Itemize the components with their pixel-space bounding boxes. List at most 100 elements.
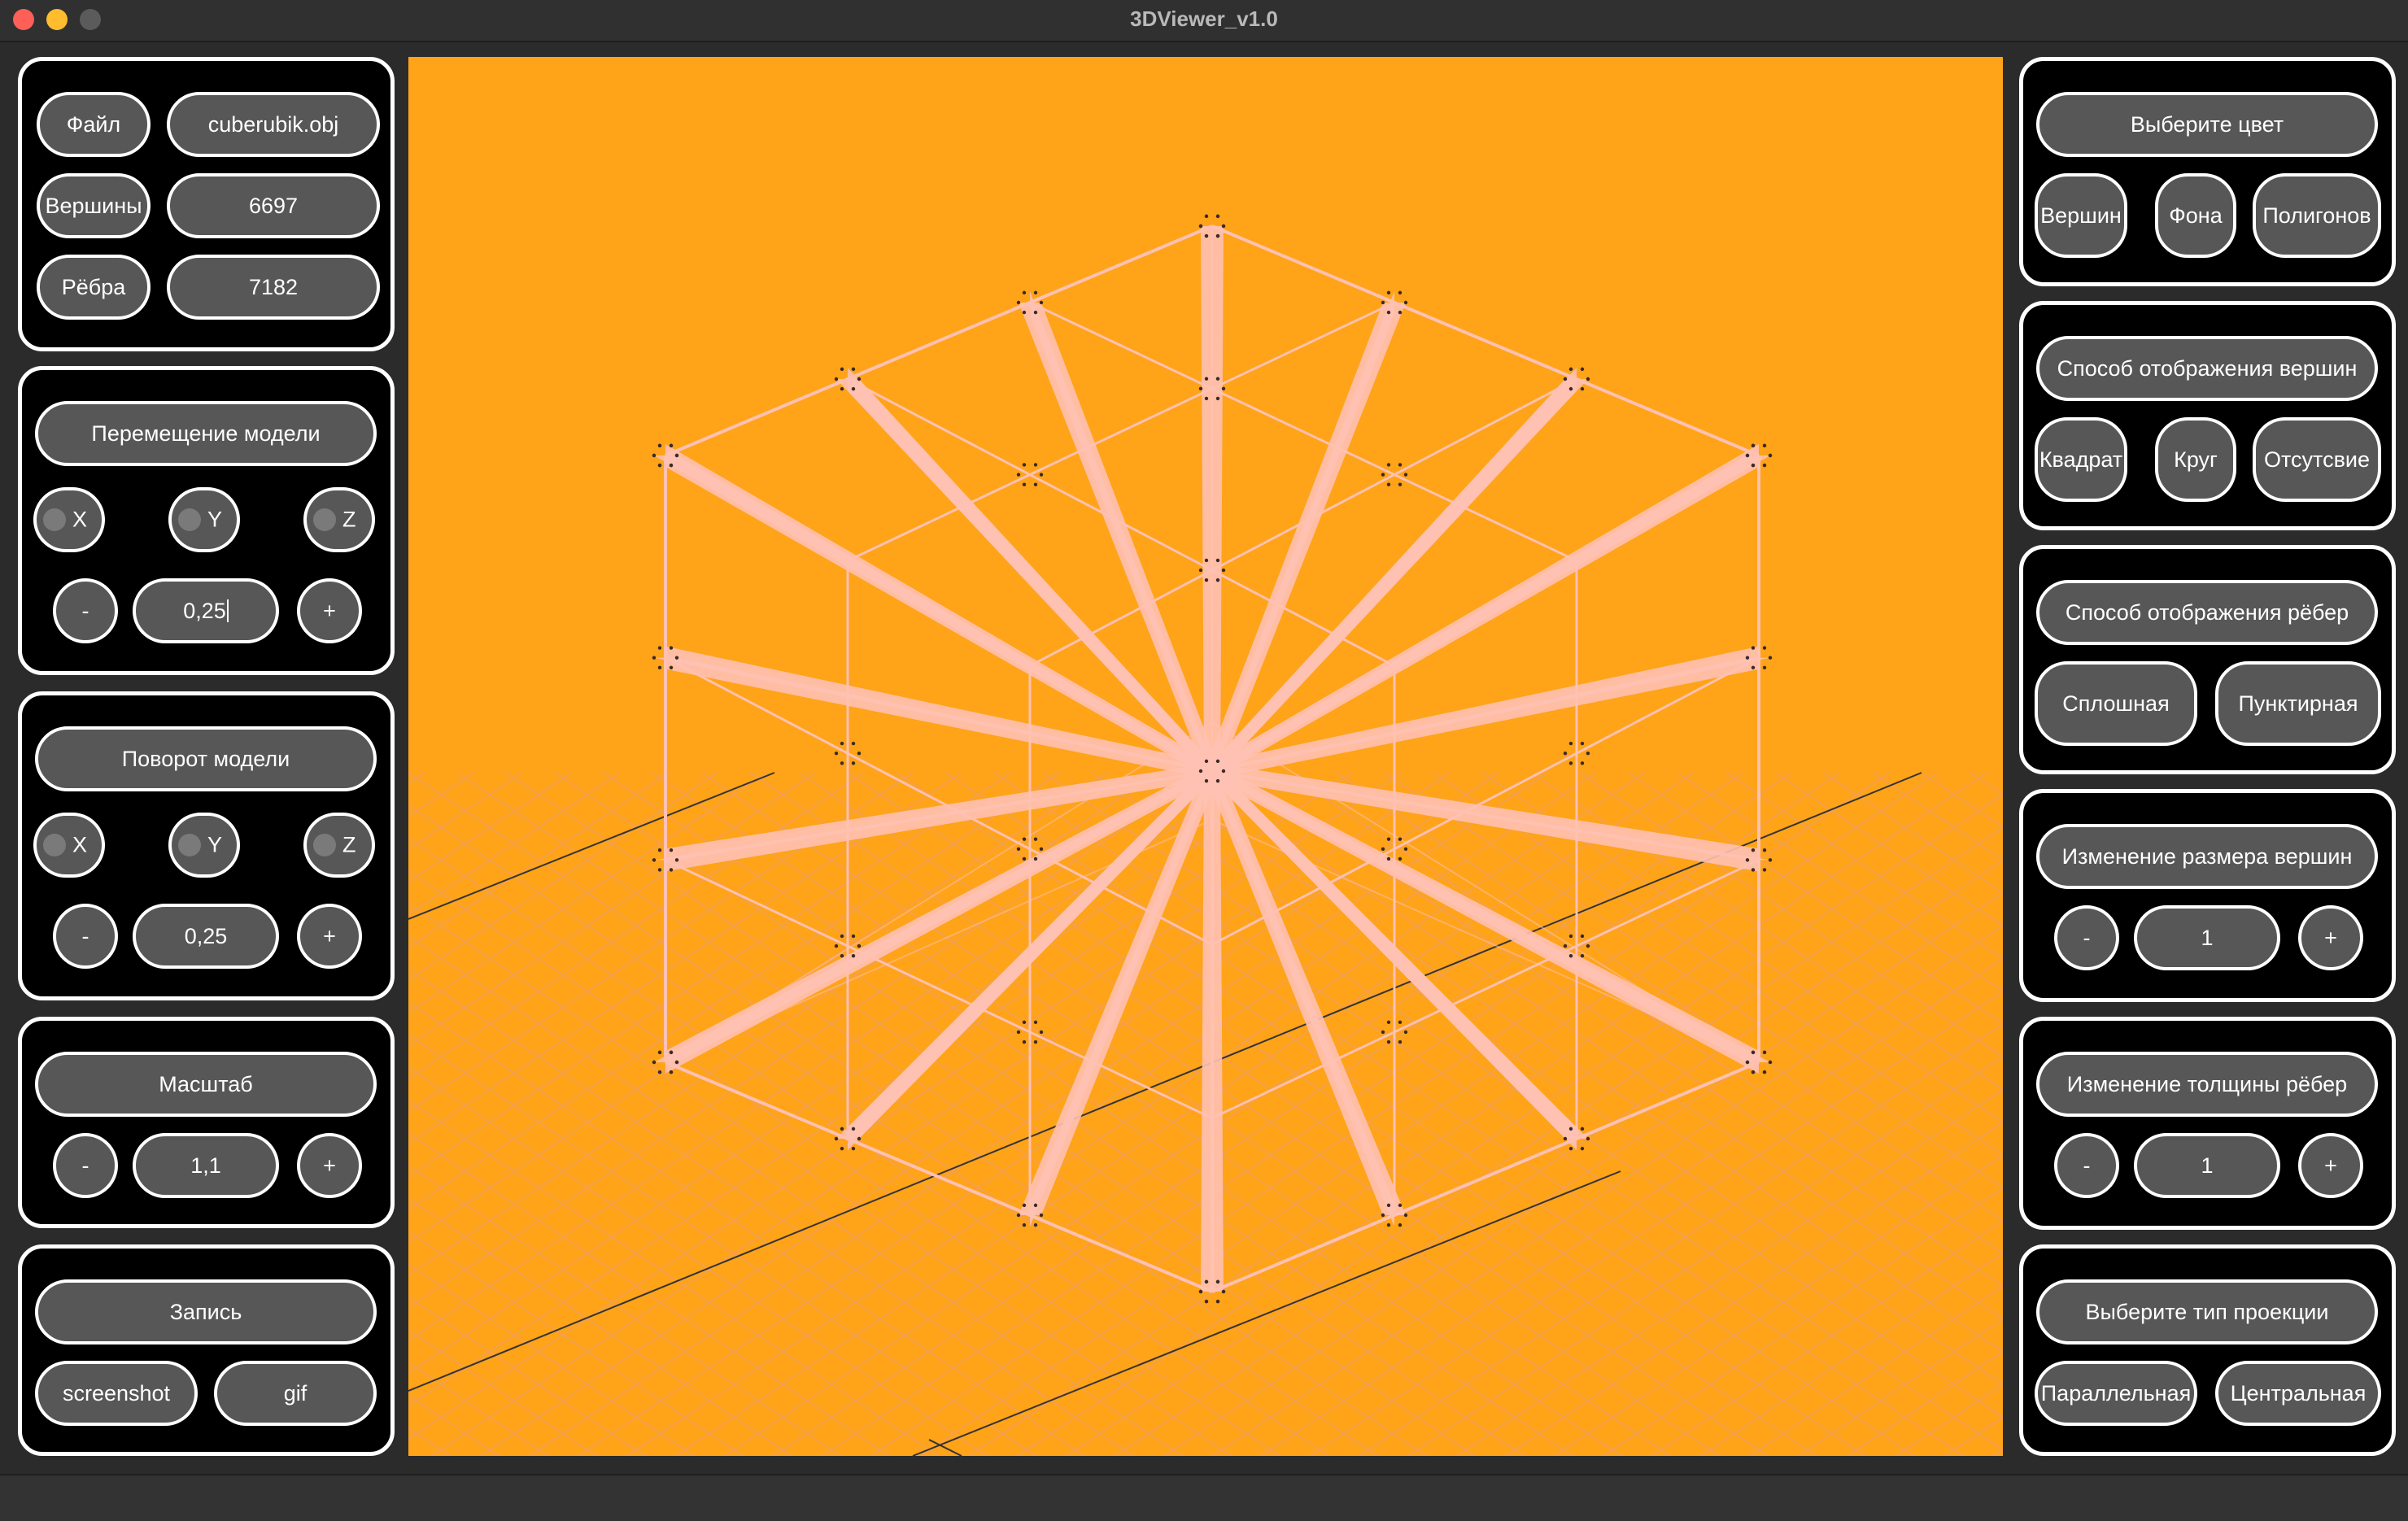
file-button[interactable]: Файл (37, 92, 150, 157)
edges-count: 7182 (167, 255, 380, 320)
vertex-size-plus-button[interactable]: + (2298, 905, 2363, 970)
scale-title-button[interactable]: Масштаб (35, 1052, 377, 1117)
edge-dashed-button[interactable]: Пунктирная (2215, 661, 2381, 746)
gif-button[interactable]: gif (214, 1361, 377, 1426)
edge-width-title-button[interactable]: Изменение толщины рёбер (2036, 1052, 2378, 1117)
vertex-size-minus-button[interactable]: - (2054, 905, 2119, 970)
vertex-dot (1568, 367, 1573, 372)
scale-panel: Масштаб - 1,1 + (18, 1017, 395, 1228)
projection-title-button[interactable]: Выберите тип проекции (2036, 1279, 2378, 1344)
edge-width-input[interactable]: 1 (2134, 1133, 2280, 1198)
vertex-display-title-button[interactable]: Способ отображения вершин (2036, 336, 2378, 401)
vertex-dot (657, 665, 662, 669)
vertex-dot (1568, 741, 1573, 746)
vertex-dot (1204, 214, 1209, 219)
vertex-dot (1762, 868, 1767, 872)
edge-solid-button[interactable]: Сплошная (2035, 661, 2197, 746)
vertex-dot (1568, 1127, 1573, 1131)
window-title: 3DViewer_v1.0 (1130, 7, 1278, 31)
move-minus-button[interactable]: - (53, 578, 118, 643)
vertex-dot (1398, 837, 1402, 841)
scale-step-input[interactable]: 1,1 (133, 1133, 279, 1198)
record-title-button[interactable]: Запись (35, 1279, 377, 1344)
vertex-dot (1198, 224, 1203, 229)
polygon-color-button[interactable]: Полигонов (2253, 173, 2381, 258)
vertex-dot (1033, 1020, 1038, 1024)
vertex-dot (1586, 752, 1590, 756)
vertex-dot (1762, 1070, 1767, 1074)
model-viewport[interactable] (0, 57, 2408, 1521)
vertex-dot (1039, 847, 1044, 851)
move-plus-button[interactable]: + (297, 578, 362, 643)
edge-width-minus-button[interactable]: - (2054, 1133, 2119, 1198)
rotate-axis-x-radio[interactable]: X (33, 813, 105, 878)
vertex-square-button[interactable]: Квадрат (2035, 417, 2127, 502)
scale-minus-button[interactable]: - (53, 1133, 118, 1198)
scale-plus-button[interactable]: + (297, 1133, 362, 1198)
vertex-dot (1762, 646, 1767, 650)
rotate-minus-button[interactable]: - (53, 904, 118, 969)
vertex-dot (1215, 578, 1220, 582)
move-step-input[interactable]: 0,25 (133, 578, 279, 643)
vertex-dot (851, 934, 856, 939)
vertex-dot (851, 1127, 856, 1131)
vertex-circle-button[interactable]: Круг (2155, 417, 2236, 502)
vertex-dot (1751, 463, 1756, 468)
file-info-panel: Файл cuberubik.obj Вершины 6697 Рёбра 71… (18, 57, 395, 351)
vertex-dot (1215, 214, 1220, 219)
vertex-dot (1398, 1222, 1402, 1227)
vertex-dot (1039, 473, 1044, 477)
vertex-size-input[interactable]: 1 (2134, 905, 2280, 970)
vertex-dot (851, 1146, 856, 1151)
vertex-dot (1204, 578, 1209, 582)
vertex-dot (1022, 482, 1027, 486)
move-axis-y-radio[interactable]: Y (168, 487, 240, 552)
vertex-dot (1563, 377, 1568, 381)
edge-display-title-button[interactable]: Способ отображения рёбер (2036, 580, 2378, 645)
rotate-axis-y-radio[interactable]: Y (168, 813, 240, 878)
edge-width-plus-button[interactable]: + (2298, 1133, 2363, 1198)
vertex-dot (669, 665, 674, 669)
vertex-dot (1751, 646, 1756, 650)
move-axis-x-radio[interactable]: X (33, 487, 105, 552)
vertex-size-title-button[interactable]: Изменение размера вершин (2036, 824, 2378, 889)
vertex-dot (1215, 759, 1220, 764)
vertex-none-button[interactable]: Отсутсвие (2253, 417, 2381, 502)
vertex-dot (1762, 1050, 1767, 1055)
vertex-dot (857, 752, 862, 756)
vertex-dot (657, 646, 662, 650)
vertex-dot (1762, 665, 1767, 669)
move-axis-z-radio[interactable]: Z (303, 487, 375, 552)
vertex-dot (851, 954, 856, 958)
rotate-axis-z-radio[interactable]: Z (303, 813, 375, 878)
vertex-dot (1580, 386, 1585, 391)
move-model-title-button[interactable]: Перемещение модели (35, 401, 377, 466)
vertex-dot (1215, 1299, 1220, 1304)
vertex-dot (1386, 482, 1391, 486)
vertex-dot (1568, 386, 1573, 391)
background-color-button[interactable]: Фона (2155, 173, 2236, 258)
vertex-dot (1386, 856, 1391, 861)
vertex-dot (1398, 290, 1402, 295)
model-render (0, 57, 2408, 1521)
rotate-plus-button[interactable]: + (297, 904, 362, 969)
vertex-color-button[interactable]: Вершин (2035, 173, 2127, 258)
vertex-dot (840, 367, 844, 372)
vertex-dot (834, 752, 839, 756)
vertex-dot (1580, 367, 1585, 372)
choose-color-title-button[interactable]: Выберите цвет (2036, 92, 2378, 157)
vertex-dot (1386, 463, 1391, 467)
vertex-dot (1198, 568, 1203, 573)
rotate-model-title-button[interactable]: Поворот модели (35, 726, 377, 791)
rotate-step-input[interactable]: 0,25 (133, 904, 279, 969)
vertex-dot (1016, 1030, 1021, 1035)
screenshot-button[interactable]: screenshot (35, 1361, 198, 1426)
vertex-dot (1016, 473, 1021, 477)
central-projection-button[interactable]: Центральная (2215, 1361, 2381, 1426)
vertex-dot (834, 377, 839, 381)
vertex-dot (1198, 1289, 1203, 1294)
parallel-projection-button[interactable]: Параллельная (2035, 1361, 2197, 1426)
vertex-dot (1033, 463, 1038, 467)
vertex-dot (1221, 386, 1226, 390)
vertex-dot (857, 377, 862, 381)
